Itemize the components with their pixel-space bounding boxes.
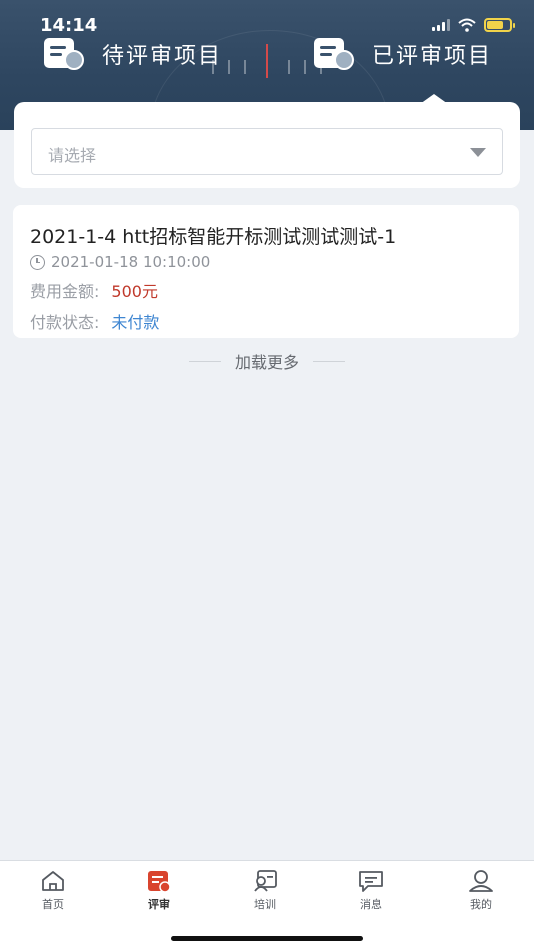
tab-pending-review[interactable]: 待评审项目 xyxy=(42,36,222,72)
nav-training[interactable]: 培训 xyxy=(212,869,318,912)
wifi-icon xyxy=(458,18,476,32)
nav-home[interactable]: 首页 xyxy=(0,869,106,912)
project-select[interactable]: 请选择 xyxy=(31,128,503,175)
fee-row: 费用金额: 500元 xyxy=(30,278,502,302)
project-card[interactable]: 2021-1-4 htt招标智能开标测试测试测试-1 2021-01-18 10… xyxy=(13,205,519,338)
gauge-tick xyxy=(288,60,290,74)
tab-label: 待评审项目 xyxy=(102,44,223,69)
training-icon xyxy=(254,870,277,892)
select-placeholder: 请选择 xyxy=(48,146,97,165)
pending-review-icon xyxy=(42,36,88,72)
fee-value: 500元 xyxy=(111,282,158,301)
tab-reviewed[interactable]: 已评审项目 xyxy=(312,36,492,72)
project-date: 2021-01-18 10:10:00 xyxy=(30,253,502,271)
review-icon xyxy=(148,871,171,893)
home-icon xyxy=(42,871,64,891)
home-indicator xyxy=(171,936,363,941)
gauge-tick xyxy=(244,60,246,74)
nav-label: 消息 xyxy=(360,898,382,911)
battery-icon xyxy=(484,18,515,32)
profile-icon xyxy=(469,870,493,892)
signal-icon xyxy=(432,19,450,31)
nav-review[interactable]: 评审 xyxy=(106,869,212,912)
nav-label: 培训 xyxy=(254,898,276,911)
load-more-label: 加载更多 xyxy=(234,353,299,372)
load-more[interactable]: 加载更多 xyxy=(0,350,534,372)
payment-label: 付款状态: xyxy=(30,313,100,332)
reviewed-icon xyxy=(312,36,358,72)
payment-row: 付款状态: 未付款 xyxy=(30,309,502,333)
message-icon xyxy=(359,871,383,892)
gauge-tick xyxy=(304,60,306,74)
divider xyxy=(188,360,221,362)
nav-label: 评审 xyxy=(148,898,170,911)
status-icons xyxy=(432,18,515,32)
clock-icon xyxy=(30,254,45,270)
payment-value: 未付款 xyxy=(111,313,160,332)
nav-messages[interactable]: 消息 xyxy=(318,869,424,912)
fee-label: 费用金额: xyxy=(30,282,100,301)
nav-label: 我的 xyxy=(470,898,492,911)
divider xyxy=(313,360,345,362)
project-title: 2021-1-4 htt招标智能开标测试测试测试-1 xyxy=(30,226,397,248)
nav-profile[interactable]: 我的 xyxy=(428,869,534,912)
nav-label: 首页 xyxy=(42,898,64,911)
tab-label: 已评审项目 xyxy=(372,44,493,69)
status-time: 14:14 xyxy=(40,15,98,36)
filter-card: 请选择 xyxy=(14,102,520,188)
gauge-tick xyxy=(228,60,230,74)
gauge-needle xyxy=(266,44,268,78)
chevron-down-icon xyxy=(470,148,486,157)
project-datetime: 2021-01-18 10:10:00 xyxy=(51,253,211,271)
